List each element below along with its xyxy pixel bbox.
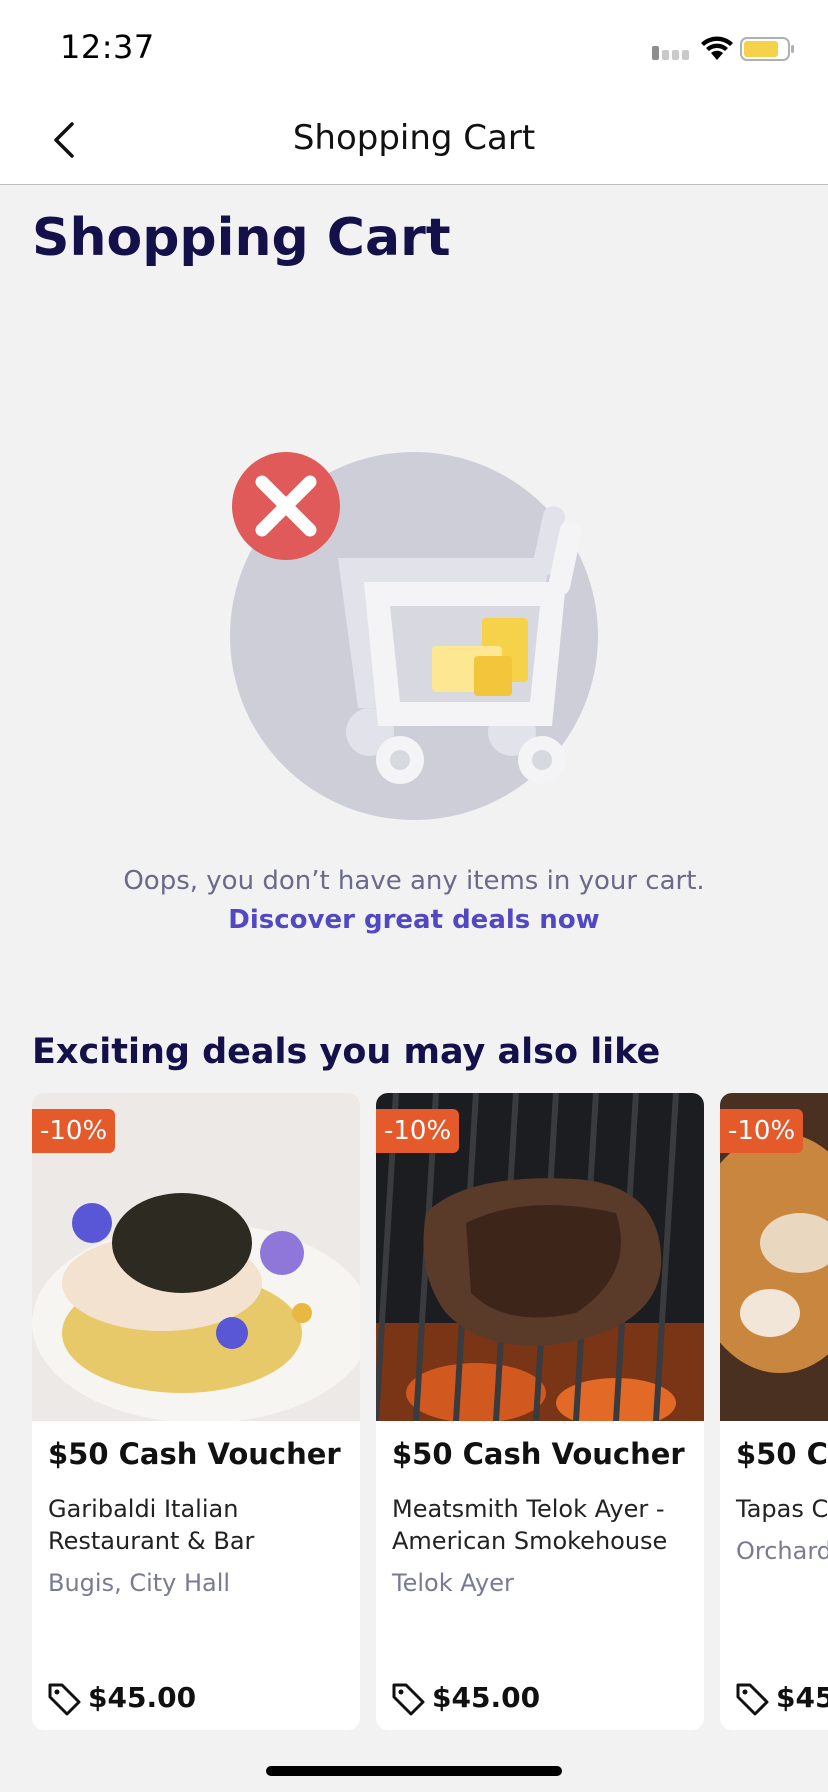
discount-badge: -10% (720, 1109, 804, 1153)
deal-merchant: Garibaldi Italian Restaurant & Bar (48, 1495, 255, 1555)
deal-title: $50 Cash Voucher (48, 1437, 341, 1471)
price-tag-icon (392, 1683, 425, 1716)
deal-location: Orchard (736, 1537, 828, 1565)
nav-title: Shopping Cart (292, 118, 536, 158)
home-indicator[interactable] (266, 1766, 562, 1776)
deal-price: $45.00 (88, 1681, 197, 1714)
price-tag-icon (736, 1683, 769, 1716)
deal-card[interactable]: -10% $50 Cas Tapas Cl Orchard $45. (720, 1093, 828, 1730)
deal-merchant: Meatsmith Telok Ayer - American Smokehou… (392, 1495, 668, 1555)
battery-icon (740, 37, 794, 61)
wifi-icon (701, 36, 733, 60)
deal-price: $45. (776, 1681, 828, 1714)
page-title: Shopping Cart (32, 208, 451, 268)
cellular-signal-icon (652, 46, 689, 60)
status-time: 12:37 (60, 28, 155, 66)
discount-badge: -10% (32, 1109, 116, 1153)
deals-section-title: Exciting deals you may also like (32, 1032, 661, 1072)
status-bar: 12:37 (0, 0, 828, 96)
deal-merchant: Tapas Cl (736, 1495, 828, 1523)
empty-cart-message: Oops, you don’t have any items in your c… (123, 866, 705, 896)
deals-carousel[interactable]: -10% $50 Cash Voucher Garibaldi Italian … (0, 1093, 828, 1733)
deal-location: Telok Ayer (392, 1569, 514, 1597)
deal-price: $45.00 (432, 1681, 541, 1714)
price-tag-icon (48, 1683, 81, 1716)
deal-location: Bugis, City Hall (48, 1569, 231, 1597)
deal-title: $50 Cash Voucher (392, 1437, 685, 1471)
empty-cart-icon (230, 452, 598, 820)
discount-badge: -10% (376, 1109, 460, 1153)
discover-deals-link[interactable]: Discover great deals now (0, 905, 828, 935)
deal-title: $50 Cas (736, 1437, 828, 1471)
navigation-bar: Shopping Cart (0, 96, 828, 185)
deal-card[interactable]: -10% $50 Cash Voucher Garibaldi Italian … (32, 1093, 360, 1730)
deal-card[interactable]: -10% $50 Cash Voucher Meatsmith Telok Ay… (376, 1093, 704, 1730)
